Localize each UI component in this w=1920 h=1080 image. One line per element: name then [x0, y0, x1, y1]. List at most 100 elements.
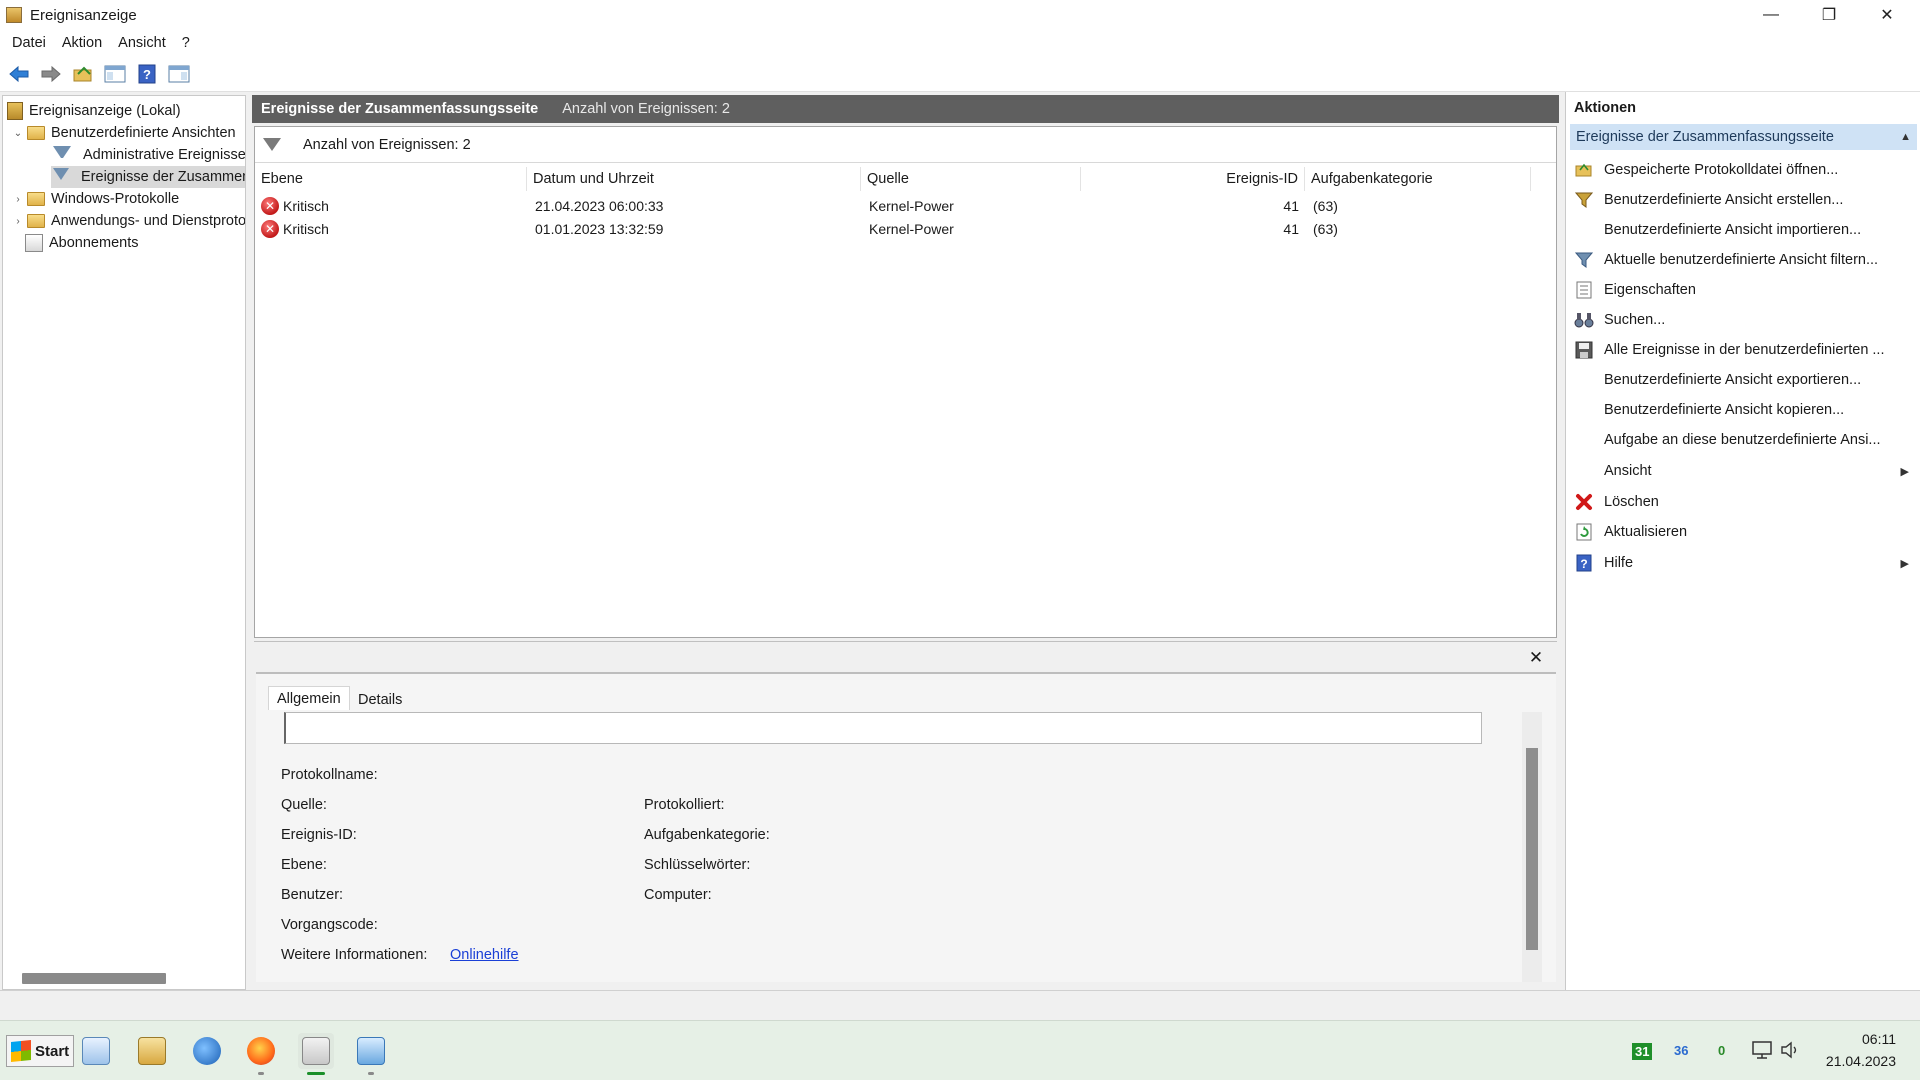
view-title: Ereignisse der Zusammenfassungsseite	[261, 101, 539, 117]
filter-icon	[1574, 250, 1594, 270]
chevron-right-icon[interactable]: ›	[11, 216, 25, 227]
action-delete[interactable]: Löschen	[1570, 488, 1917, 516]
clock-date[interactable]: 21.04.2023	[1812, 1053, 1896, 1069]
details-scrollbar-thumb[interactable]	[1526, 748, 1538, 950]
tab-allgemein[interactable]: Allgemein	[268, 686, 350, 710]
svg-text:?: ?	[1580, 557, 1587, 571]
folder-icon	[27, 192, 45, 206]
tree-item-administrative-ereignisse[interactable]: Administrative Ereignisse	[53, 144, 245, 166]
menu-aktion[interactable]: Aktion	[56, 35, 112, 51]
event-viewer-icon	[7, 102, 23, 120]
submenu-arrow-icon: ▶	[1900, 557, 1909, 570]
toolbar: ?	[0, 56, 1920, 92]
column-header-aufgabenkategorie[interactable]: Aufgabenkategorie	[1305, 167, 1531, 191]
minimize-button[interactable]: —	[1742, 0, 1800, 30]
taskbar-app-event-viewer[interactable]	[298, 1033, 334, 1075]
onlinehilfe-link[interactable]: Onlinehilfe	[450, 947, 519, 963]
restore-button[interactable]: ❐	[1800, 0, 1858, 30]
event-list: Anzahl von Ereignissen: 2 Ebene Datum un…	[254, 126, 1557, 638]
start-button[interactable]: Start	[6, 1035, 74, 1067]
label-schluesselwoerter: Schlüsselwörter:	[644, 857, 751, 873]
forward-arrow-icon[interactable]	[38, 61, 64, 87]
open-folder-icon[interactable]	[70, 61, 96, 87]
label-aufgabenkategorie: Aufgabenkategorie:	[644, 827, 770, 843]
column-header-datum[interactable]: Datum und Uhrzeit	[527, 167, 861, 191]
taskbar-app-thunderbird[interactable]	[189, 1033, 225, 1069]
delete-icon	[1574, 492, 1594, 512]
close-button[interactable]: ✕	[1858, 0, 1916, 30]
menu-ansicht[interactable]: Ansicht	[112, 35, 176, 51]
action-attach-task[interactable]: Aufgabe an diese benutzerdefinierte Ansi…	[1570, 426, 1917, 454]
firefox-icon	[247, 1037, 275, 1065]
tree-item-benutzerdefinierte-ansichten[interactable]: ⌄ Benutzerdefinierte Ansichten	[11, 122, 236, 144]
taskbar-app-control-panel[interactable]	[353, 1033, 389, 1075]
action-export-custom-view[interactable]: Benutzerdefinierte Ansicht exportieren..…	[1570, 366, 1917, 394]
details-pane-header	[254, 641, 1557, 671]
filter-icon	[53, 146, 71, 164]
help-icon: ?	[1574, 553, 1594, 573]
tab-details[interactable]: Details	[350, 688, 410, 712]
actions-panel: Aktionen Ereignisse der Zusammenfassungs…	[1565, 92, 1920, 990]
help-icon[interactable]: ?	[134, 61, 160, 87]
chevron-right-icon[interactable]: ›	[11, 194, 25, 205]
action-import-custom-view[interactable]: Benutzerdefinierte Ansicht importieren..…	[1570, 216, 1917, 244]
chevron-down-icon[interactable]: ⌄	[11, 128, 25, 139]
tree-item-ereignisse-der-zusammenfassungsseite[interactable]: Ereignisse der Zusammenfassungsseite	[51, 166, 245, 188]
collapse-up-icon[interactable]: ▲	[1900, 131, 1911, 143]
tree-item-windows-protokolle[interactable]: › Windows-Protokolle	[11, 188, 179, 210]
menu-bar: Datei Aktion Ansicht ?	[0, 30, 1920, 56]
table-row[interactable]: ✕ Kritisch 01.01.2023 13:32:59 Kernel-Po…	[255, 217, 1556, 240]
volume-icon[interactable]	[1780, 1041, 1800, 1062]
taskbar-app-firefox[interactable]	[243, 1033, 279, 1075]
refresh-icon	[1574, 522, 1594, 542]
label-weitere-informationen: Weitere Informationen:	[281, 947, 428, 963]
show-hide-action-pane-icon[interactable]	[166, 61, 192, 87]
label-protokollname: Protokollname:	[281, 767, 378, 783]
action-ansicht-submenu[interactable]: Ansicht ▶	[1570, 457, 1917, 485]
tree-item-abonnements[interactable]: Abonnements	[25, 232, 138, 254]
title-bar: Ereignisanzeige — ❐ ✕	[0, 0, 1920, 30]
taskbar-app-file-explorer[interactable]	[134, 1033, 170, 1069]
tray-badge-green[interactable]: 31	[1632, 1043, 1653, 1060]
windows-logo-icon	[11, 1039, 31, 1063]
label-computer: Computer:	[644, 887, 712, 903]
folder-icon	[27, 126, 45, 140]
menu-help[interactable]: ?	[176, 35, 200, 51]
action-properties[interactable]: Eigenschaften	[1570, 276, 1917, 304]
action-refresh[interactable]: Aktualisieren	[1570, 518, 1917, 546]
actions-section-header[interactable]: Ereignisse der Zusammenfassungsseite ▲	[1570, 124, 1917, 150]
close-icon[interactable]: ✕	[1526, 648, 1546, 668]
tray-counter-green[interactable]: 0	[1718, 1043, 1725, 1058]
menu-datei[interactable]: Datei	[6, 35, 56, 51]
network-icon[interactable]	[1752, 1041, 1772, 1062]
action-open-saved-log[interactable]: Gespeicherte Protokolldatei öffnen...	[1570, 156, 1917, 184]
action-create-custom-view[interactable]: Benutzerdefinierte Ansicht erstellen...	[1570, 186, 1917, 214]
tray-counter-blue[interactable]: 36	[1674, 1043, 1688, 1058]
back-arrow-icon[interactable]	[6, 61, 32, 87]
table-row[interactable]: ✕ Kritisch 21.04.2023 06:00:33 Kernel-Po…	[255, 194, 1556, 217]
show-hide-tree-icon[interactable]	[102, 61, 128, 87]
column-header-quelle[interactable]: Quelle	[861, 167, 1081, 191]
label-quelle: Quelle:	[281, 797, 327, 813]
event-count: Anzahl von Ereignissen: 2	[562, 101, 730, 117]
folder-icon	[27, 214, 45, 228]
tree-horizontal-scrollbar[interactable]	[22, 973, 166, 984]
action-find[interactable]: Suchen...	[1570, 306, 1917, 334]
critical-error-icon: ✕	[261, 196, 279, 215]
column-header-ereignis-id[interactable]: Ereignis-ID	[1081, 167, 1305, 191]
action-filter-current-view[interactable]: Aktuelle benutzerdefinierte Ansicht filt…	[1570, 246, 1917, 274]
action-copy-custom-view[interactable]: Benutzerdefinierte Ansicht kopieren...	[1570, 396, 1917, 424]
taskbar: Start 31 36 0 06:11 21.04.2023	[0, 1020, 1920, 1080]
event-description-box[interactable]	[284, 712, 1482, 744]
action-save-all-events[interactable]: Alle Ereignisse in der benutzerdefiniert…	[1570, 336, 1917, 364]
tree-item-ereignisanzeige-lokal[interactable]: Ereignisanzeige (Lokal)	[7, 100, 181, 122]
column-header-ebene[interactable]: Ebene	[255, 167, 527, 191]
status-bar	[0, 990, 1920, 1020]
taskbar-app-notes[interactable]	[78, 1033, 114, 1069]
tree-item-anwendungs-und-dienstprotokolle[interactable]: › Anwendungs- und Dienstprotokolle	[11, 210, 245, 232]
binoculars-icon	[1574, 310, 1594, 330]
event-viewer-icon	[302, 1037, 330, 1065]
clock-time[interactable]: 06:11	[1830, 1031, 1896, 1047]
file-explorer-icon	[138, 1037, 166, 1065]
action-help-submenu[interactable]: ? Hilfe ▶	[1570, 549, 1917, 577]
